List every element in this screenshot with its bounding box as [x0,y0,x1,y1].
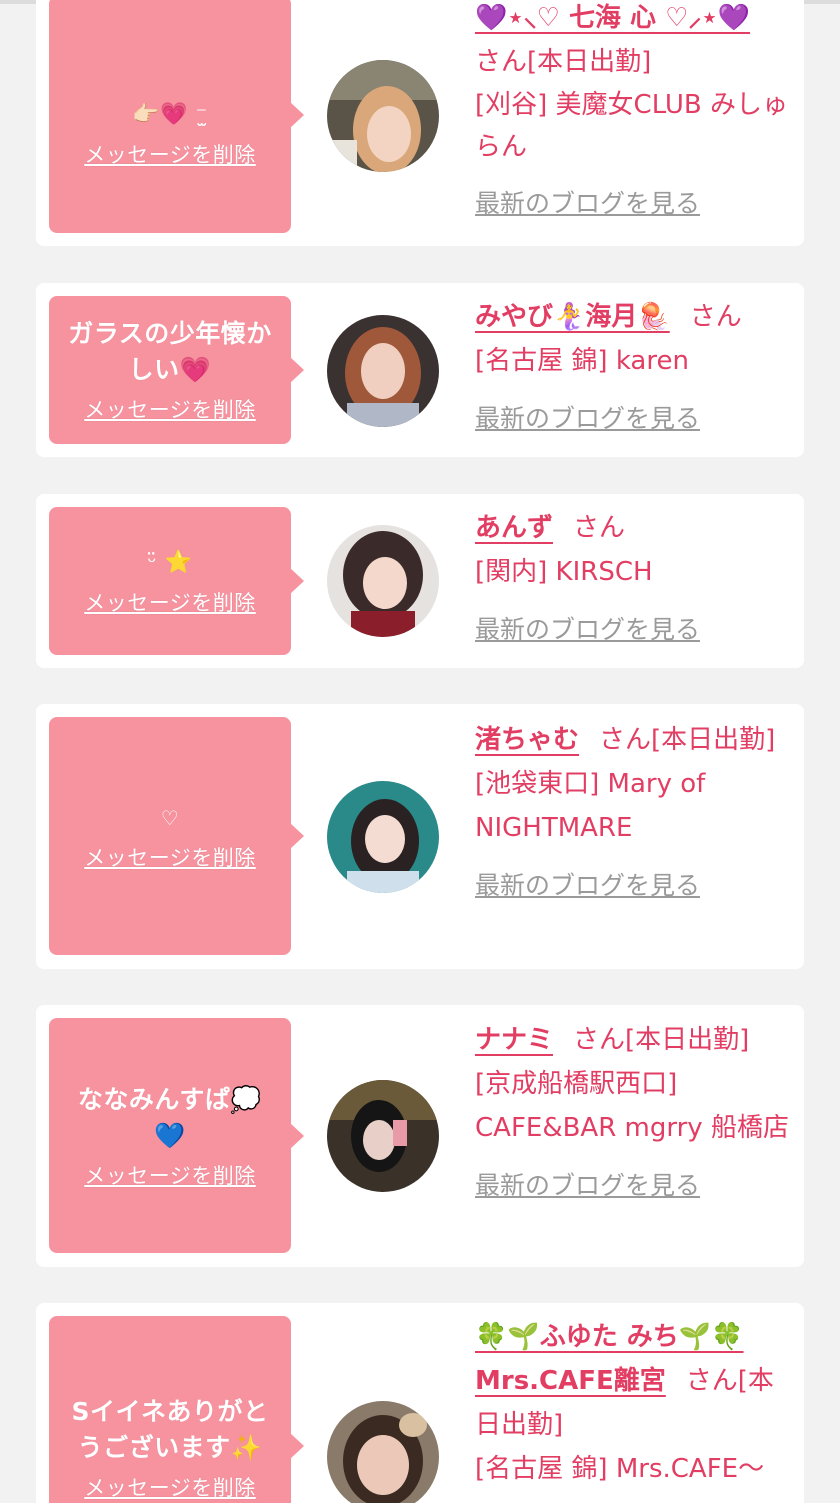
avatar[interactable] [327,60,439,172]
message-card: 👉🏻💗 ⁻̫ メッセージを削除 💜⋆⸜♡ 七海 心 ♡⸝⋆💜 さん[本日出勤] … [36,0,804,246]
cast-name-link[interactable]: みやび🧜‍♀️海月🪼 [475,302,670,332]
message-text: 👉🏻💗 ⁻̫ [132,101,208,127]
cast-info: 💜⋆⸜♡ 七海 心 ♡⸝⋆💜 さん[本日出勤] [刈谷] 美魔女CLUB みしゅ… [475,0,795,226]
delete-message-link[interactable]: メッセージを削除 [84,139,256,169]
latest-blog-link[interactable]: 最新のブログを見る [475,608,700,652]
cast-suffix: さん [689,302,742,332]
avatar[interactable] [327,1401,439,1503]
cast-name-link[interactable]: あんず [475,513,553,543]
delete-message-link[interactable]: メッセージを削除 [84,1472,256,1502]
latest-blog-link[interactable]: 最新のブログを見る [475,397,700,441]
cast-suffix: さん[本日出勤] [475,47,652,77]
cast-info: ナナミ さん[本日出勤] [京成船橋駅西口] CAFE&BAR mgrry 船橋店… [475,1018,795,1208]
cast-suffix: さん [573,513,626,543]
message-text: ガラスの少年懐かしい💗 [68,319,272,384]
delete-message-link[interactable]: メッセージを削除 [84,842,256,872]
message-card: ᵕ̈ ⭐ メッセージを削除 あんず さん [関内] KIRSCH 最新のブログを見… [36,494,804,668]
message-bubble: Sイイネありがとうございます✨ メッセージを削除 [49,1316,304,1503]
latest-blog-link[interactable]: 最新のブログを見る [475,1164,700,1208]
shop-name: [池袋東口] Mary of NIGHTMARE [475,769,706,843]
message-card: Sイイネありがとうございます✨ メッセージを削除 🍀🌱ふゆた みち🌱🍀 Mrs.… [36,1303,804,1503]
message-bubble: ᵕ̈ ⭐ メッセージを削除 [49,507,304,655]
cast-suffix: さん[本日出勤] [573,1025,750,1055]
shop-name: [名古屋 錦] Mrs.CAFE〜 [475,1454,765,1484]
message-bubble: ♡ メッセージを削除 [49,717,304,955]
cast-info: 🍀🌱ふゆた みち🌱🍀 Mrs.CAFE離宮 さん[本日出勤] [名古屋 錦] Mr… [475,1315,795,1491]
message-text: ♡ [160,806,180,830]
cast-name-link[interactable]: ナナミ [475,1025,553,1055]
cast-suffix: さん[本日出勤] [599,725,776,755]
message-bubble: ガラスの少年懐かしい💗 メッセージを削除 [49,296,304,444]
shop-name: [名古屋 錦] karen [475,346,689,376]
message-bubble: 👉🏻💗 ⁻̫ メッセージを削除 [49,0,304,233]
message-card: ♡ メッセージを削除 渚ちゃむ さん[本日出勤] [池袋東口] Mary of N… [36,704,804,969]
delete-message-link[interactable]: メッセージを削除 [84,1160,256,1190]
cast-info: 渚ちゃむ さん[本日出勤] [池袋東口] Mary of NIGHTMARE 最新… [475,718,795,908]
avatar[interactable] [327,525,439,637]
message-card: ガラスの少年懐かしい💗 メッセージを削除 みやび🧜‍♀️海月🪼 さん [名古屋 錦… [36,283,804,457]
shop-name: [関内] KIRSCH [475,557,653,587]
latest-blog-link[interactable]: 最新のブログを見る [475,182,700,226]
shop-name: [刈谷] 美魔女CLUB みしゅらん [475,90,789,162]
cast-info: みやび🧜‍♀️海月🪼 さん [名古屋 錦] karen 最新のブログを見る [475,295,795,441]
message-bubble: ななみんすぱ💭💙 メッセージを削除 [49,1018,304,1253]
cast-info: あんず さん [関内] KIRSCH 最新のブログを見る [475,506,795,652]
message-card: ななみんすぱ💭💙 メッセージを削除 ナナミ さん[本日出勤] [京成船橋駅西口] … [36,1005,804,1267]
avatar[interactable] [327,315,439,427]
cast-name-link[interactable]: 💜⋆⸜♡ 七海 心 ♡⸝⋆💜 [475,3,750,33]
message-text: ななみんすぱ💭💙 [77,1084,263,1150]
latest-blog-link[interactable]: 最新のブログを見る [475,864,700,908]
avatar[interactable] [327,1080,439,1192]
delete-message-link[interactable]: メッセージを削除 [84,587,256,617]
shop-name: [京成船橋駅西口] CAFE&BAR mgrry 船橋店 [475,1069,789,1143]
cast-name-link[interactable]: 渚ちゃむ [475,725,579,755]
avatar[interactable] [327,781,439,893]
message-text: Sイイネありがとうございます✨ [71,1397,269,1462]
message-text: ᵕ̈ ⭐ [147,550,193,575]
delete-message-link[interactable]: メッセージを削除 [84,394,256,424]
